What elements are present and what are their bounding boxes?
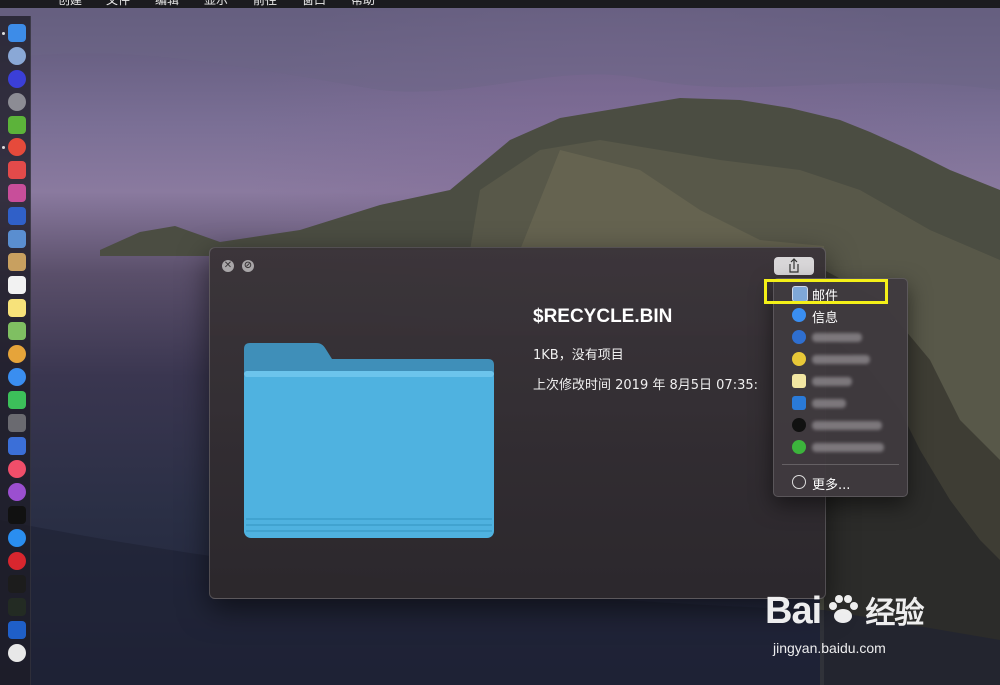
blurred-label xyxy=(812,333,862,342)
menu-help[interactable]: 帮助 xyxy=(351,0,375,6)
menu-view[interactable]: 显示 xyxy=(204,0,228,6)
menu-item-qq[interactable] xyxy=(774,414,907,436)
maps-icon[interactable] xyxy=(8,322,26,340)
menu-item-messages[interactable]: 信息 xyxy=(774,304,907,326)
blurred-label xyxy=(812,399,846,408)
yandex-icon[interactable] xyxy=(8,644,26,662)
app-icon[interactable] xyxy=(8,253,26,271)
menu-item-airdrop[interactable] xyxy=(774,326,907,348)
terminal-icon[interactable] xyxy=(8,575,26,593)
airdrop-icon xyxy=(792,330,806,344)
app-icon[interactable] xyxy=(8,414,26,432)
app-icon xyxy=(792,352,806,366)
running-indicator xyxy=(2,146,5,149)
facetime-icon[interactable] xyxy=(8,391,26,409)
watermark-brand-cn: 经验 xyxy=(865,597,924,630)
more-icon xyxy=(792,475,806,489)
blurred-label xyxy=(812,421,882,430)
running-indicator xyxy=(2,32,5,35)
watermark-url: jingyan.baidu.com xyxy=(773,640,886,656)
menu-item-label: 更多... xyxy=(812,478,851,493)
keynote-icon[interactable] xyxy=(8,437,26,455)
chrome-icon[interactable] xyxy=(8,138,26,156)
folder-icon xyxy=(244,343,494,538)
qq-icon xyxy=(792,418,806,432)
finder-icon[interactable] xyxy=(8,24,26,42)
preview-icon[interactable] xyxy=(8,230,26,248)
blurred-label xyxy=(812,355,870,364)
launchpad-icon[interactable] xyxy=(8,47,26,65)
menu-item-wechat[interactable] xyxy=(774,436,907,458)
menu-item-app[interactable] xyxy=(774,348,907,370)
tv-icon[interactable] xyxy=(8,506,26,524)
file-name: $RECYCLE.BIN xyxy=(533,306,673,327)
menu-file[interactable]: 文件 xyxy=(106,0,130,6)
wechat-icon xyxy=(792,440,806,454)
podcasts-icon[interactable] xyxy=(8,483,26,501)
activity-monitor-icon[interactable] xyxy=(8,598,26,616)
messages-icon xyxy=(792,308,806,322)
quick-look-window: ✕ ⊘ $RECYCLE.BIN 1KB，没有项目 上次修改时间 2019 年 … xyxy=(209,247,826,599)
siri-icon[interactable] xyxy=(8,70,26,88)
dock xyxy=(0,16,31,685)
menu-item-app[interactable] xyxy=(774,392,907,414)
share-button[interactable] xyxy=(774,257,814,275)
fullscreen-icon[interactable]: ⊘ xyxy=(242,260,254,272)
app-store-icon[interactable] xyxy=(8,529,26,547)
menu-bar: 创建 文件 编辑 显示 前往 窗口 帮助 xyxy=(0,0,1000,8)
menu-item-label: 信息 xyxy=(812,311,839,326)
menu-edit[interactable]: 编辑 xyxy=(155,0,179,6)
music-icon[interactable] xyxy=(8,460,26,478)
download-icon xyxy=(792,396,806,410)
share-icon xyxy=(789,258,799,273)
android-icon[interactable] xyxy=(8,116,26,134)
rocket-icon[interactable] xyxy=(8,93,26,111)
calendar-icon[interactable] xyxy=(8,276,26,294)
menu-divider xyxy=(782,464,899,465)
photos-icon[interactable] xyxy=(8,345,26,363)
messages-icon[interactable] xyxy=(8,368,26,386)
menu-create[interactable]: 创建 xyxy=(58,0,82,6)
app-icon[interactable] xyxy=(8,207,26,225)
paw-icon xyxy=(826,593,860,627)
menu-go[interactable]: 前往 xyxy=(253,0,277,6)
notes-icon xyxy=(792,374,806,388)
share-menu: 邮件 信息 更多... xyxy=(773,278,908,497)
close-icon[interactable]: ✕ xyxy=(222,260,234,272)
file-size: 1KB，没有项目 xyxy=(533,348,624,363)
menu-item-more[interactable]: 更多... xyxy=(774,471,907,493)
notes-icon[interactable] xyxy=(8,299,26,317)
watermark: Bai 经验 jingyan.baidu.com xyxy=(765,588,924,656)
highlight-box xyxy=(764,279,888,304)
vpn-icon[interactable] xyxy=(8,621,26,639)
blurred-label xyxy=(812,443,884,452)
vivaldi-icon[interactable] xyxy=(8,552,26,570)
menu-item-notes[interactable] xyxy=(774,370,907,392)
app-icon[interactable] xyxy=(8,184,26,202)
watermark-brand: Bai xyxy=(765,590,822,632)
blurred-label xyxy=(812,377,852,386)
menu-window[interactable]: 窗口 xyxy=(302,0,326,6)
app-icon[interactable] xyxy=(8,161,26,179)
